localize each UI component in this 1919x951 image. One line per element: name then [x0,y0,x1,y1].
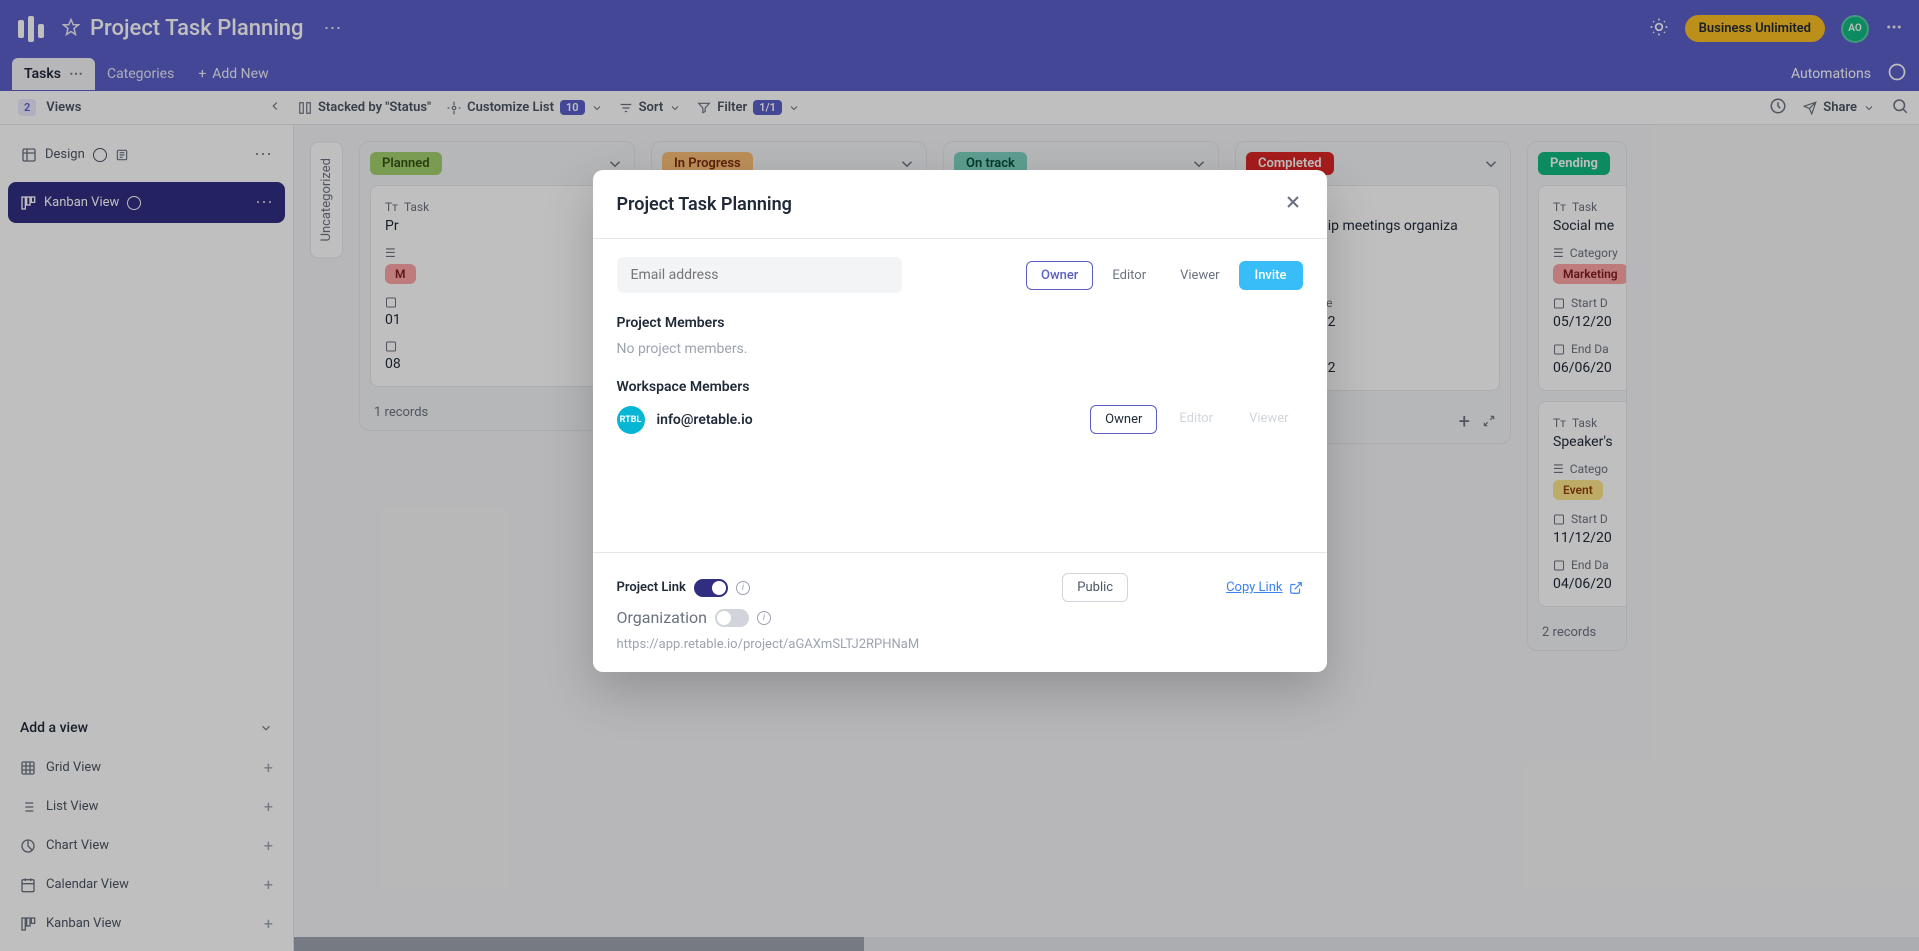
modal-title: Project Task Planning [617,194,792,215]
info-icon[interactable]: i [757,611,771,625]
project-link-toggle[interactable] [694,579,728,597]
modal-overlay[interactable]: Project Task Planning Owner Editor Viewe… [0,0,1919,951]
project-url: https://app.retable.io/project/aGAXmSLTJ… [617,637,1303,652]
member-role-viewer: Viewer [1235,405,1302,434]
public-button[interactable]: Public [1062,573,1128,602]
role-owner-button[interactable]: Owner [1026,261,1093,290]
organization-label: Organization [617,608,707,627]
copy-link-button[interactable]: Copy Link [1226,580,1302,595]
info-icon[interactable]: i [736,581,750,595]
close-button[interactable] [1283,190,1303,218]
organization-toggle[interactable] [715,609,749,627]
project-link-label: Project Link [617,580,686,595]
role-viewer-button[interactable]: Viewer [1165,261,1234,290]
invite-button[interactable]: Invite [1239,261,1303,290]
no-members-text: No project members. [617,341,1303,357]
member-email: info@retable.io [657,412,753,428]
member-role-editor: Editor [1165,405,1227,434]
workspace-members-heading: Workspace Members [617,379,1303,395]
member-avatar: RTBL [617,406,645,434]
member-row: RTBL info@retable.io Owner Editor Viewer [617,405,1303,434]
share-modal: Project Task Planning Owner Editor Viewe… [593,170,1327,672]
project-members-heading: Project Members [617,315,1303,331]
role-editor-button[interactable]: Editor [1097,261,1161,290]
email-input[interactable] [617,257,902,293]
member-role-owner[interactable]: Owner [1090,405,1157,434]
